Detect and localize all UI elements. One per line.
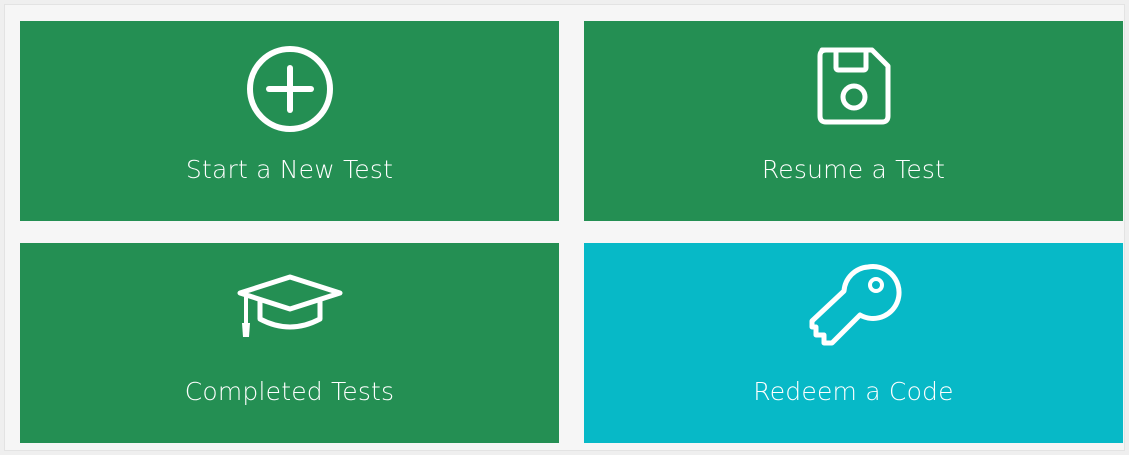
start-new-test-tile[interactable]: Start a New Test	[20, 21, 559, 221]
plus-circle-icon	[246, 46, 333, 132]
graduation-cap-icon	[237, 274, 342, 337]
start-new-test-label: Start a New Test	[185, 155, 394, 184]
resume-test-tile[interactable]: Resume a Test	[584, 21, 1123, 221]
completed-tests-label: Completed Tests	[184, 377, 395, 406]
completed-tests-tile[interactable]: Completed Tests	[20, 243, 559, 443]
redeem-code-tile[interactable]: Redeem a Code	[584, 243, 1123, 443]
floppy-disk-icon	[817, 47, 890, 125]
key-icon	[809, 264, 902, 346]
resume-test-label: Resume a Test	[761, 155, 946, 184]
redeem-code-label: Redeem a Code	[753, 377, 954, 406]
